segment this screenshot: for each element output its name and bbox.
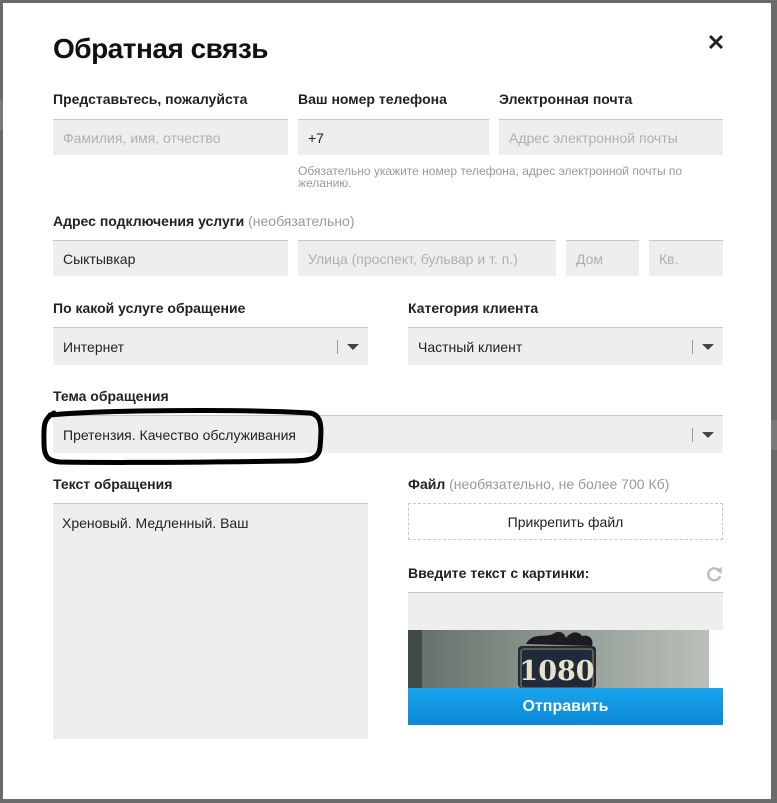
feedback-dialog: Обратная связь Представьтесь, пожалуйста… (3, 3, 771, 799)
topic-select[interactable]: Претензия. Качество обслуживания (53, 415, 723, 453)
house-input[interactable]: Дом (566, 240, 639, 276)
chevron-down-icon[interactable] (702, 344, 714, 350)
city-input[interactable]: Сыктывкар (53, 240, 288, 276)
file-label: Файл (необязательно, не более 700 Кб) (408, 476, 669, 492)
topic-selected-value: Претензия. Качество обслуживания (63, 426, 296, 443)
select-divider (692, 340, 693, 354)
name-label: Представьтесь, пожалуйста (53, 91, 248, 107)
address-optional-note: (необязательно) (248, 213, 355, 229)
client-category-selected-value: Частный клиент (418, 338, 523, 355)
backdrop-fragment (771, 420, 777, 450)
phone-hint: Обязательно укажите номер телефона, адре… (298, 164, 683, 190)
email-input[interactable]: Адрес электронной почты (499, 119, 723, 155)
service-selected-value: Интернет (63, 338, 125, 355)
phone-label: Ваш номер телефона (298, 91, 447, 107)
captcha-text: 1080 (519, 656, 594, 687)
client-category-select[interactable]: Частный клиент (408, 327, 723, 365)
captcha-picture: 1080 (408, 630, 709, 688)
dialog-title: Обратная связь (53, 33, 268, 64)
email-label: Электронная почта (499, 91, 633, 107)
close-icon[interactable] (705, 31, 727, 53)
service-label: По какой услуге обращение (53, 300, 246, 316)
file-size-note: (необязательно, не более 700 Кб) (449, 476, 670, 492)
address-label: Адрес подключения услуги (необязательно) (53, 213, 355, 229)
file-label-text: Файл (408, 476, 446, 492)
topic-label: Тема обращения (53, 388, 169, 404)
address-label-text: Адрес подключения услуги (53, 213, 245, 229)
captcha-label: Введите текст с картинки: (408, 565, 590, 581)
street-input[interactable]: Улица (проспект, бульвар и т. п.) (298, 240, 556, 276)
attach-file-button[interactable]: Прикрепить файл (408, 503, 723, 540)
chevron-down-icon[interactable] (702, 432, 714, 438)
client-category-label: Категория клиента (408, 300, 539, 316)
select-divider (692, 428, 693, 442)
message-textarea[interactable]: Хреновый. Медленный. Ваш (53, 503, 368, 739)
chevron-down-icon[interactable] (347, 344, 359, 350)
service-select[interactable]: Интернет (53, 327, 368, 365)
phone-input[interactable]: +7 (298, 119, 489, 155)
select-divider (337, 340, 338, 354)
submit-button[interactable]: Отправить (408, 688, 723, 725)
captcha-input[interactable] (408, 592, 723, 630)
apartment-input[interactable]: Кв. (649, 240, 723, 276)
message-label: Текст обращения (53, 476, 173, 492)
refresh-icon[interactable] (705, 565, 723, 583)
captcha-image: 1080 (408, 630, 709, 688)
name-input[interactable]: Фамилия, имя, отчество (53, 119, 288, 155)
